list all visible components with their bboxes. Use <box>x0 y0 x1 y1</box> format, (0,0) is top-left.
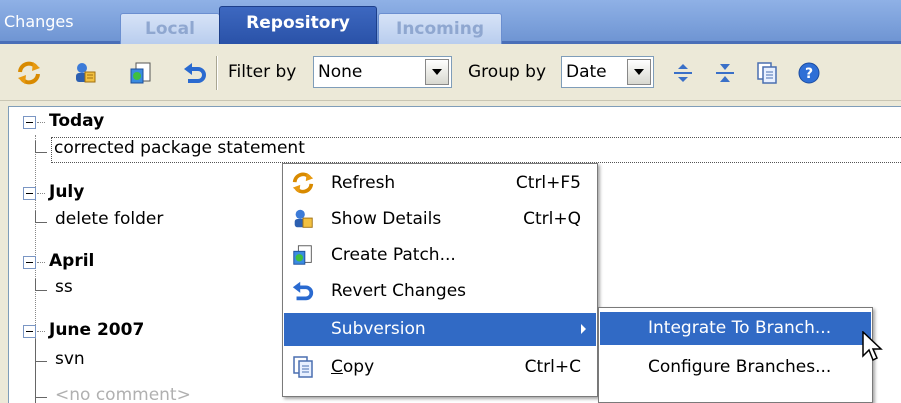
panel-title: Changes <box>4 12 74 31</box>
revert-icon <box>291 279 315 303</box>
group-label: Group by <box>468 62 547 82</box>
chevron-down-icon[interactable] <box>627 59 651 85</box>
tab-local[interactable]: Local <box>120 13 220 44</box>
tree-group-july[interactable]: July <box>49 182 84 212</box>
collapse-icon[interactable] <box>23 325 36 338</box>
filter-select-value: None <box>318 62 363 82</box>
copy-icon <box>291 355 315 379</box>
tree-connector <box>35 279 47 291</box>
list-item[interactable]: ss <box>55 277 73 307</box>
show-details-icon <box>291 207 315 231</box>
help-icon[interactable]: ? <box>794 58 824 88</box>
tree-connector <box>37 331 45 332</box>
tree-connector <box>37 262 45 263</box>
tree-group-june-2007[interactable]: June 2007 <box>49 320 144 350</box>
create-patch-icon[interactable] <box>126 58 156 88</box>
tree-connector <box>37 193 45 194</box>
filter-label: Filter by <box>228 62 297 82</box>
tab-repository[interactable]: Repository <box>219 6 377 44</box>
list-item[interactable]: svn <box>55 349 85 379</box>
tree-connector <box>35 361 47 362</box>
list-item[interactable]: delete folder <box>55 209 163 239</box>
menu-item-copy[interactable]: Copy Ctrl+C <box>284 351 596 384</box>
svg-text:?: ? <box>805 66 813 82</box>
mouse-cursor-icon <box>862 330 884 368</box>
panel-tab-bar: Changes Local Repository Incoming <box>0 0 901 44</box>
tree-connector <box>35 141 47 153</box>
tree-group-today[interactable]: Today <box>49 111 104 141</box>
refresh-icon[interactable] <box>14 58 44 88</box>
collapse-icon[interactable] <box>23 256 36 269</box>
toolbar-separator <box>216 56 217 90</box>
show-details-icon[interactable] <box>70 58 100 88</box>
context-menu: Refresh Ctrl+F5 Show Details Ctrl+Q Crea… <box>282 163 598 397</box>
tree-connector <box>35 397 47 398</box>
subversion-submenu: Integrate To Branch... Configure Branche… <box>598 307 873 403</box>
menu-item-revert-changes[interactable]: Revert Changes <box>284 275 596 308</box>
menu-item-integrate-to-branch[interactable]: Integrate To Branch... <box>600 312 871 345</box>
group-select[interactable]: Date <box>561 56 654 88</box>
copy-icon[interactable] <box>752 58 782 88</box>
list-item[interactable]: <no comment> <box>55 385 191 403</box>
collapse-all-icon[interactable] <box>710 58 740 88</box>
revert-icon[interactable] <box>180 58 210 88</box>
submenu-arrow-icon <box>581 324 586 334</box>
chevron-down-icon[interactable] <box>425 59 449 85</box>
tree-connector <box>35 211 47 223</box>
filter-select[interactable]: None <box>313 56 452 88</box>
expand-all-icon[interactable] <box>668 58 698 88</box>
menu-item-create-patch[interactable]: Create Patch... <box>284 239 596 272</box>
menu-item-refresh[interactable]: Refresh Ctrl+F5 <box>284 167 596 200</box>
refresh-icon <box>291 171 315 195</box>
collapse-icon[interactable] <box>23 116 36 129</box>
menu-item-subversion[interactable]: Subversion <box>284 313 596 346</box>
tree-connector <box>37 122 45 123</box>
create-patch-icon <box>291 243 315 267</box>
tab-incoming[interactable]: Incoming <box>378 13 502 44</box>
menu-item-configure-branches[interactable]: Configure Branches... <box>600 351 871 384</box>
toolbar: Filter by None Group by Date ? <box>0 47 901 101</box>
group-select-value: Date <box>566 62 607 82</box>
tree-item-selected[interactable]: corrected package statement <box>51 137 901 163</box>
menu-item-copy-label: Copy <box>331 357 375 377</box>
menu-item-show-details[interactable]: Show Details Ctrl+Q <box>284 203 596 236</box>
tree-connector <box>35 339 36 403</box>
collapse-icon[interactable] <box>23 187 36 200</box>
